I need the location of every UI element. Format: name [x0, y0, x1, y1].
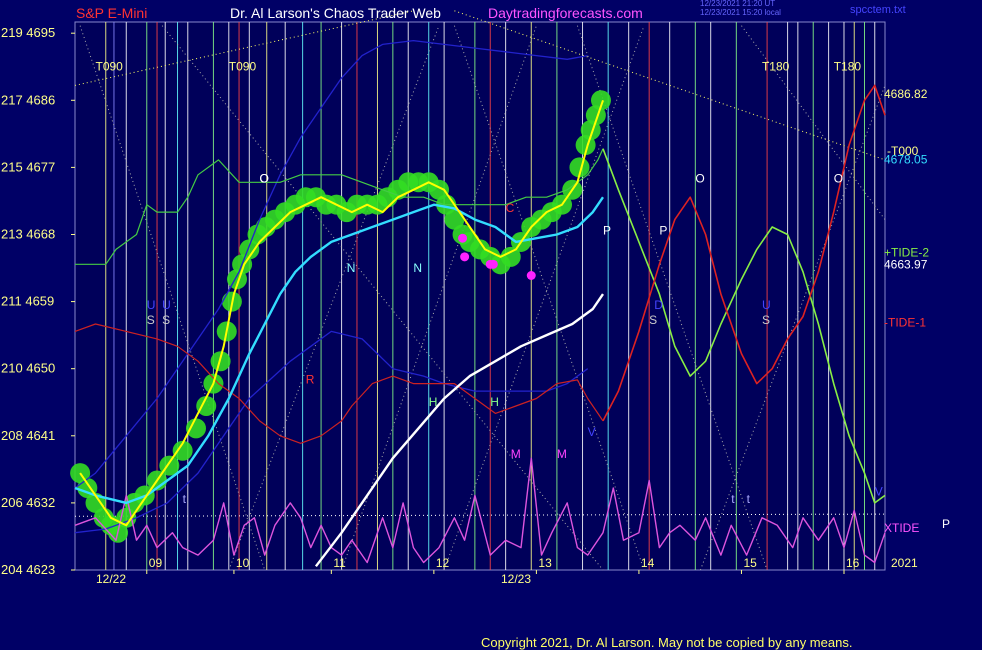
annotation-6: O: [260, 171, 269, 185]
annotation-20: C: [506, 201, 515, 215]
annotation-5: O: [695, 171, 704, 185]
annotation-23: M: [557, 447, 567, 461]
annotation-22: H: [490, 395, 499, 409]
annotation-15: S: [162, 313, 170, 327]
annotation-8: U: [147, 298, 156, 312]
annotation-17: M: [511, 447, 521, 461]
x-tick-label-7: 16: [846, 556, 860, 570]
annotation-19: R: [306, 373, 315, 387]
annotation-25: U: [762, 298, 771, 312]
right-label-6: XTIDE: [884, 521, 919, 535]
glow-dot-12: [185, 418, 206, 439]
date-label-1: 12/22: [96, 572, 126, 586]
right-label-0: 4686.82: [884, 87, 928, 101]
annotation-10: N: [347, 261, 356, 275]
x-tick-label-2: 11: [333, 556, 346, 570]
y-tick-label-2: 215 4677: [1, 159, 55, 174]
annotation-9: S: [147, 313, 155, 327]
y-tick-label-0: 219 4695: [1, 25, 55, 40]
annotation-12: D: [654, 298, 663, 312]
annotation-2: T090: [229, 59, 257, 73]
site-link[interactable]: Daytradingforecasts.com: [488, 5, 643, 21]
right-label-4: 4663.97: [884, 258, 928, 272]
x-tick-label-6: 15: [743, 556, 757, 570]
y-tick-label-8: 204 4623: [1, 562, 55, 577]
timestamp-ut: 12/23/2021 21:20 UT: [700, 0, 776, 8]
y-tick-label-3: 213 4668: [1, 226, 55, 241]
chart-canvas: T090 T180T090 T180O OO OUSNPDSUSHMVRCNHMPUSV…: [0, 0, 982, 650]
pivot-dot-0: [458, 233, 468, 243]
y-tick-label-4: 211 4659: [1, 294, 54, 309]
annotation-1: T180: [762, 59, 790, 73]
y-tick-label-7: 206 4632: [1, 495, 55, 510]
y-tick-label-1: 217 4686: [1, 92, 55, 107]
x-tick-label-1: 10: [236, 556, 250, 570]
annotation-0: T090: [96, 59, 124, 73]
copyright: Copyright 2021, Dr. Al Larson. May not b…: [481, 635, 853, 650]
annotation-27: V: [875, 484, 883, 498]
annotation-14: U: [162, 298, 171, 312]
pivot-dot-4: [526, 270, 536, 280]
right-label-5: -TIDE-1: [884, 315, 926, 329]
annotation-3: T180: [834, 59, 862, 73]
data-file: spcctem.txt: [850, 4, 906, 16]
x-tick-label-3: 12: [436, 556, 450, 570]
x-tick-label-4: 13: [538, 556, 552, 570]
annotation-16: H: [429, 395, 438, 409]
x-tick-label-5: 14: [641, 556, 655, 570]
right-label-7: P: [942, 517, 950, 531]
plot-area: [74, 21, 886, 571]
annotation-24: P: [659, 223, 667, 237]
right-label-2: 4678.05: [884, 153, 928, 167]
annotation-7: O: [834, 171, 843, 185]
annotation-13: S: [649, 313, 657, 327]
y-tick-label-5: 210 4650: [1, 361, 55, 376]
date-label-2: 12/23: [501, 572, 531, 586]
annotation-26: S: [762, 313, 770, 327]
chart-title: Dr. Al Larson's Chaos Trader Web: [230, 5, 441, 21]
timestamp-local: 12/23/2021 15:20 local: [700, 8, 781, 17]
year-label: 2021: [891, 556, 918, 570]
x-tick-label-0: 09: [149, 556, 163, 570]
y-tick-label-6: 208 4641: [1, 428, 55, 443]
pivot-dot-1: [460, 252, 470, 262]
annotation-21: N: [413, 261, 422, 275]
annotation-18: V: [588, 425, 596, 439]
pivot-dot-3: [488, 259, 498, 269]
instrument-title: S&P E-Mini: [76, 5, 148, 21]
annotation-11: P: [603, 223, 611, 237]
